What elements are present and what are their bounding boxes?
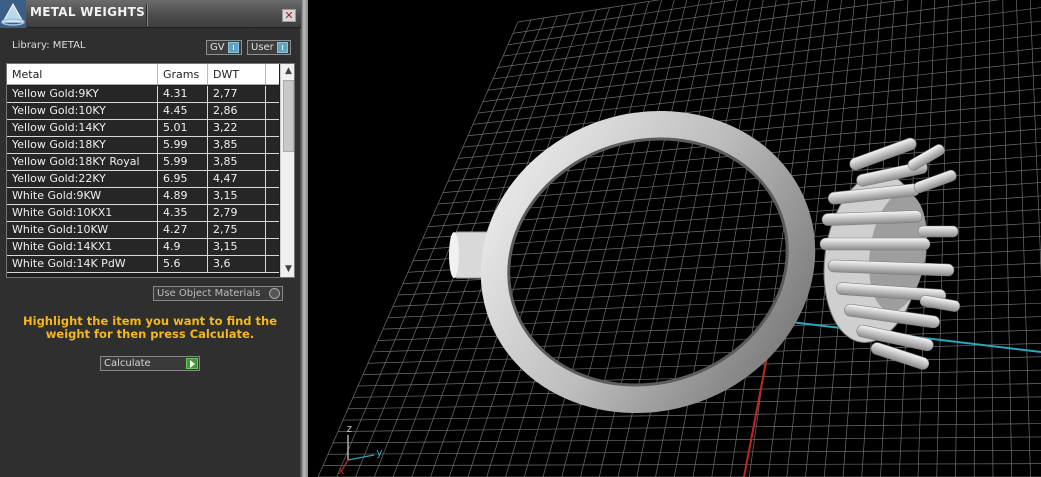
cell-metal: White Gold:10KX1 (7, 205, 158, 221)
viewport-scene: z y x (317, 0, 1041, 477)
cell-grams: 4.35 (158, 205, 208, 221)
cell-dwt: 4,47 (208, 171, 266, 187)
radio-icon (269, 288, 280, 299)
grid-line (337, 423, 1041, 432)
scroll-down-arrow-icon[interactable]: ▼ (281, 262, 294, 277)
axis-label-y: y (376, 446, 383, 459)
axis-label-z: z (346, 422, 353, 435)
user-library-toggle[interactable]: User (247, 40, 291, 55)
calculate-label: Calculate (104, 358, 151, 369)
grid-line (955, 0, 963, 477)
grid-line (502, 0, 906, 57)
metal-table[interactable]: Metal Grams DWT Yellow Gold:9KY 4.31 2,77 … (6, 63, 295, 278)
grid-line (1029, 0, 1041, 279)
metal-weights-panel: METAL WEIGHTS ✕ Library: METAL GV User M… (0, 0, 301, 477)
table-row[interactable]: Yellow Gold:14KY 5.01 3,22 (7, 120, 279, 137)
cell-grams: 5.99 (158, 137, 208, 153)
table-row[interactable]: White Gold:10KW 4.27 2,75 (7, 222, 279, 239)
calculate-button[interactable]: Calculate (100, 356, 200, 371)
cell-dwt: 3,85 (208, 137, 266, 153)
cell-grams: 4.9 (158, 239, 208, 255)
table-row[interactable]: Yellow Gold:18KY 5.99 3,85 (7, 137, 279, 154)
cell-dwt: 2,75 (208, 222, 266, 238)
grid-line (467, 74, 1041, 137)
cell-grams: 5.99 (158, 154, 208, 170)
toggle-icon (277, 42, 288, 53)
app-logo-icon (0, 0, 26, 28)
cell-dwt: 2,79 (208, 205, 266, 221)
cell-dwt: 3,22 (208, 120, 266, 136)
cell-dwt: 3,15 (208, 188, 266, 204)
user-label: User (251, 42, 274, 53)
instructions-text: Highlight the item you want to find the … (23, 314, 277, 341)
table-scrollbar[interactable]: ▲ ▼ (280, 64, 294, 277)
cell-grams: 4.45 (158, 103, 208, 119)
cell-metal: Yellow Gold:9KY (7, 86, 158, 102)
cell-grams: 4.27 (158, 222, 208, 238)
axis-label-x: x (338, 464, 345, 477)
cell-dwt: 3,15 (208, 239, 266, 255)
table-row[interactable]: Yellow Gold:22KY 6.95 4,47 (7, 171, 279, 188)
grid-line (342, 409, 1041, 421)
gv-library-toggle[interactable]: GV (206, 40, 242, 55)
cell-metal: White Gold:10KW (7, 222, 158, 238)
grid-line (322, 463, 1041, 466)
cell-dwt: 3,6 (208, 256, 266, 272)
library-label: Library: METAL (12, 40, 86, 51)
table-row[interactable]: White Gold:9KW 4.89 3,15 (7, 188, 279, 205)
close-icon: ✕ (284, 9, 294, 22)
grid-line (973, 0, 976, 477)
grid-line (377, 316, 1041, 341)
cell-metal: Yellow Gold:22KY (7, 171, 158, 187)
cell-grams: 6.95 (158, 171, 208, 187)
grid-line (477, 47, 1041, 114)
3d-viewport[interactable]: z y x (308, 0, 1041, 477)
grid-line (1016, 0, 1031, 477)
table-header: Metal Grams DWT (7, 64, 279, 85)
cell-metal: Yellow Gold:18KY (7, 137, 158, 153)
play-arrow-icon (186, 358, 198, 369)
column-header-grams[interactable]: Grams (158, 64, 208, 85)
panel-title: METAL WEIGHTS (30, 5, 146, 19)
grid-line (988, 0, 994, 477)
panel-splitter[interactable] (301, 0, 308, 477)
table-row[interactable]: White Gold:14K PdW 5.6 3,6 (7, 256, 279, 273)
cell-grams: 5.01 (158, 120, 208, 136)
cell-metal: Yellow Gold:18KY Royal (7, 154, 158, 170)
table-row[interactable]: White Gold:10KX1 4.35 2,79 (7, 205, 279, 222)
gv-label: GV (210, 42, 225, 53)
table-body: Yellow Gold:9KY 4.31 2,77 Yellow Gold:10KY… (7, 86, 279, 273)
cell-dwt: 2,77 (208, 86, 266, 102)
scroll-up-arrow-icon[interactable]: ▲ (281, 64, 294, 79)
use-object-materials-label: Use Object Materials (157, 288, 261, 299)
cell-grams: 4.89 (158, 188, 208, 204)
cell-dwt: 3,85 (208, 154, 266, 170)
grid-line (327, 449, 1041, 455)
grid-line (332, 436, 1041, 444)
cell-metal: White Gold:14K PdW (7, 256, 158, 272)
column-header-dwt[interactable]: DWT (208, 64, 266, 85)
axis-gizmo: z y x (338, 422, 383, 477)
cell-grams: 4.31 (158, 86, 208, 102)
cell-metal: White Gold:14KX1 (7, 239, 158, 255)
cell-dwt: 2,86 (208, 103, 266, 119)
table-row[interactable]: Yellow Gold:9KY 4.31 2,77 (7, 86, 279, 103)
toggle-icon (228, 42, 239, 53)
cell-metal: Yellow Gold:14KY (7, 120, 158, 136)
table-row[interactable]: White Gold:14KX1 4.9 3,15 (7, 239, 279, 256)
cell-metal: White Gold:9KW (7, 188, 158, 204)
table-row[interactable]: Yellow Gold:10KY 4.45 2,86 (7, 103, 279, 120)
table-row[interactable]: Yellow Gold:18KY Royal 5.99 3,85 (7, 154, 279, 171)
grid-line (492, 7, 1041, 80)
panel-titlebar[interactable]: METAL WEIGHTS ✕ (0, 0, 301, 28)
use-object-materials-toggle[interactable]: Use Object Materials (153, 286, 283, 301)
ring-model[interactable] (449, 86, 961, 439)
cell-grams: 5.6 (158, 256, 208, 272)
title-divider (146, 4, 147, 26)
column-header-metal[interactable]: Metal (7, 64, 158, 85)
scroll-thumb[interactable] (283, 80, 294, 152)
close-button[interactable]: ✕ (282, 9, 296, 22)
cell-metal: Yellow Gold:10KY (7, 103, 158, 119)
grid-line (517, 0, 661, 23)
